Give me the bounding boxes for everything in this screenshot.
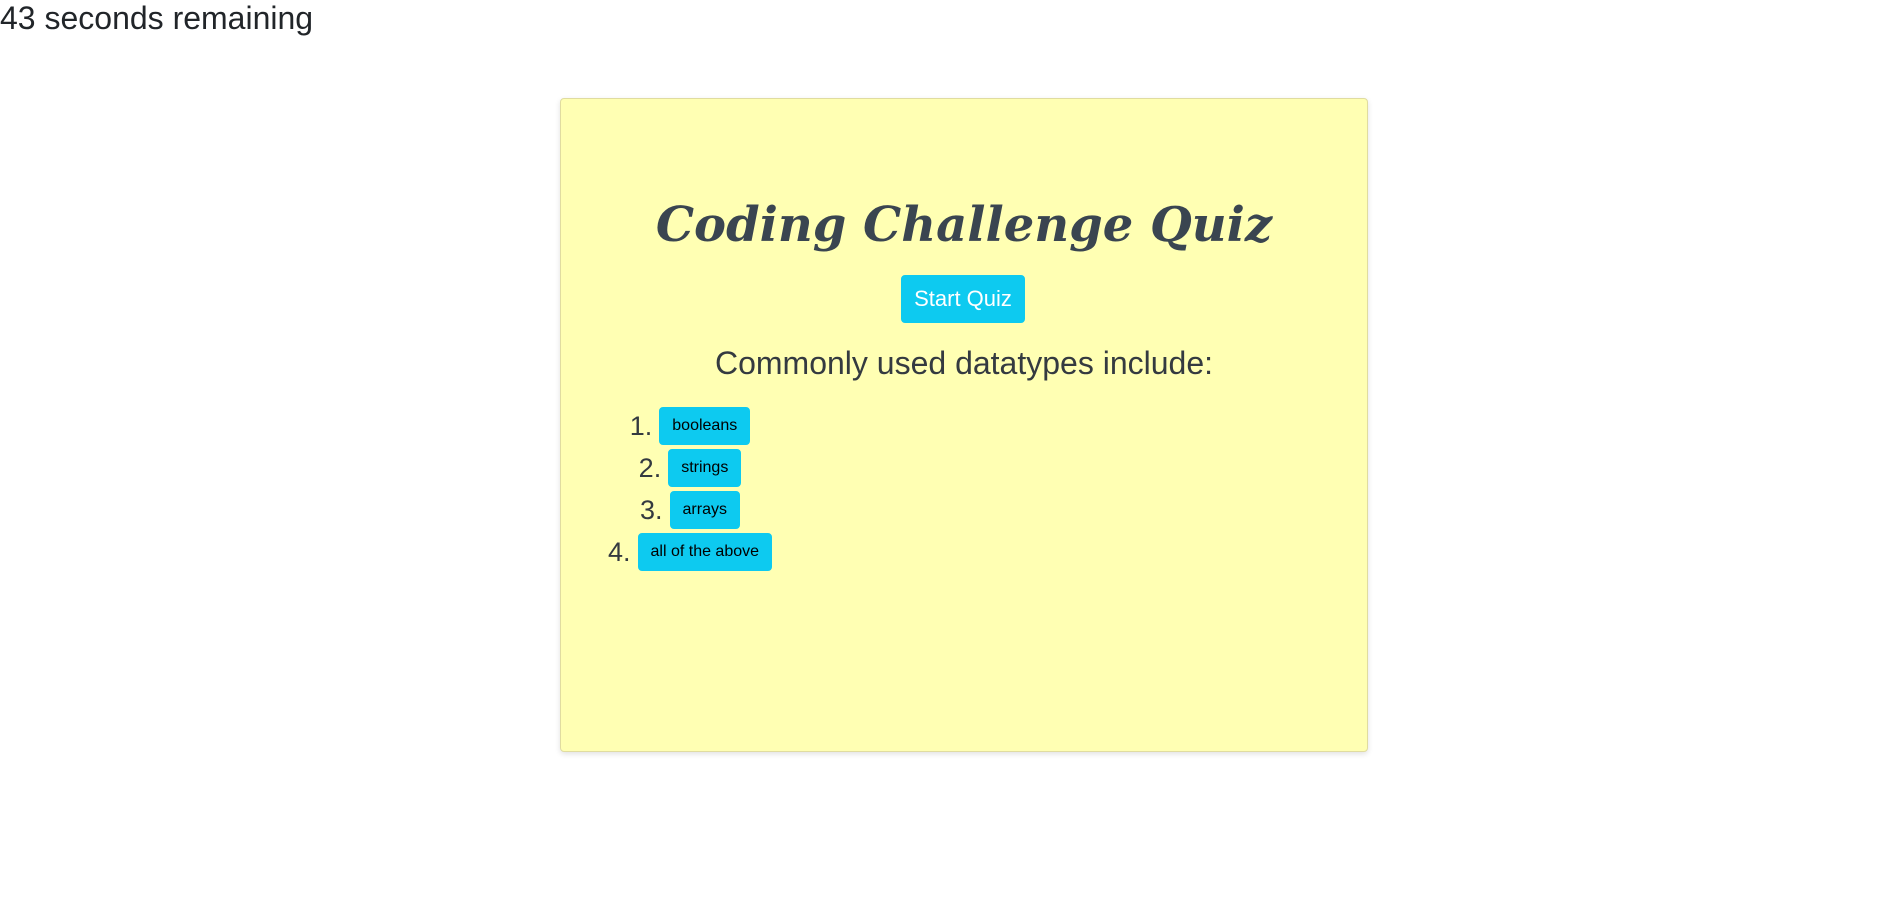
- answer-item: 4. all of the above: [561, 531, 779, 573]
- answer-number: 3.: [640, 494, 663, 525]
- answer-item: 3. arrays: [561, 489, 779, 531]
- answer-number: 2.: [638, 452, 662, 483]
- answer-item: 1. booleans: [561, 405, 779, 447]
- answer-list: 1. booleans 2. strings 3. arrays 4. all …: [561, 405, 779, 573]
- answer-button-strings[interactable]: strings: [668, 449, 742, 487]
- answer-button-booleans[interactable]: booleans: [659, 407, 751, 445]
- answer-item: 2. strings: [561, 447, 779, 489]
- quiz-card: Coding Challenge Quiz Start Quiz Commonl…: [560, 98, 1368, 752]
- answer-button-arrays[interactable]: arrays: [669, 491, 740, 529]
- quiz-title: Coding Challenge Quiz: [655, 197, 1273, 253]
- question-text: Commonly used datatypes include:: [714, 345, 1214, 381]
- answer-number: 1.: [629, 410, 653, 441]
- timer-text: 43 seconds remaining: [0, 0, 314, 36]
- answer-number: 4.: [607, 536, 631, 567]
- answer-button-all-of-the-above[interactable]: all of the above: [637, 533, 773, 571]
- start-quiz-button[interactable]: Start Quiz: [901, 275, 1025, 323]
